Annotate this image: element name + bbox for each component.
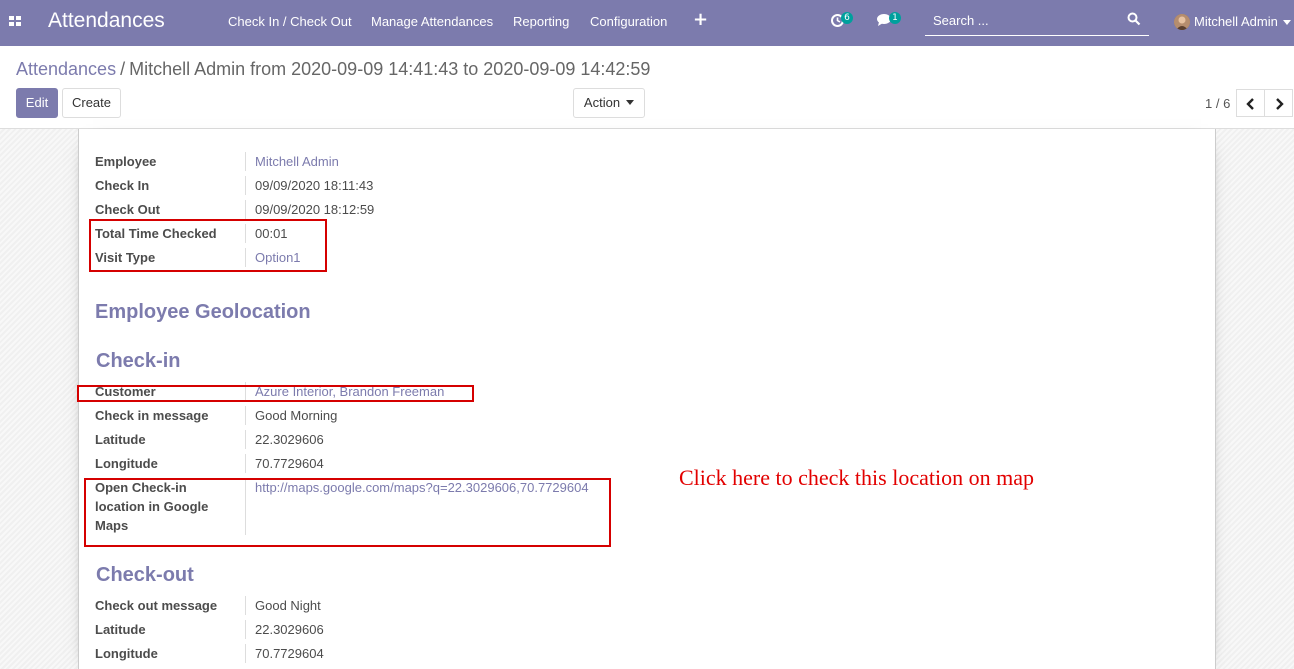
- messages-icon[interactable]: 1: [876, 12, 901, 31]
- field-value: 09/09/2020 18:12:59: [245, 200, 374, 219]
- pager-previous-button[interactable]: [1236, 89, 1265, 117]
- field-label: Employee: [95, 154, 157, 169]
- field-label: Latitude: [95, 432, 146, 447]
- field-value: Good Night: [245, 596, 321, 615]
- field-value: 22.3029606: [245, 430, 324, 449]
- chevron-right-icon: [1276, 98, 1284, 110]
- field-label: Check In: [95, 178, 150, 193]
- field-label: Longitude: [95, 456, 158, 471]
- highlight-box: [89, 219, 327, 272]
- field-label: Longitude: [95, 646, 158, 661]
- message-count-badge: 1: [889, 12, 901, 24]
- apps-menu-icon[interactable]: [9, 16, 23, 28]
- pager-next-button[interactable]: [1264, 89, 1293, 117]
- breadcrumb-parent[interactable]: Attendances: [16, 59, 116, 79]
- form-view-background: Employee Mitchell Admin Check In 09/09/2…: [0, 128, 1294, 669]
- top-navbar: Attendances Check In / Check Out Manage …: [0, 0, 1294, 46]
- section-check-out: Check-out: [96, 564, 194, 586]
- field-value: 70.7729604: [245, 644, 324, 663]
- caret-down-icon: [626, 99, 635, 105]
- field-value: 70.7729604: [245, 454, 324, 473]
- section-check-in: Check-in: [96, 350, 181, 372]
- field-label: Check Out: [95, 202, 161, 217]
- field-label: Latitude: [95, 622, 146, 637]
- section-employee-geolocation: Employee Geolocation: [95, 301, 311, 323]
- edit-button[interactable]: Edit: [16, 88, 58, 118]
- activity-count-badge: 6: [841, 12, 853, 24]
- breadcrumb-separator: /: [120, 59, 126, 79]
- chevron-left-icon: [1246, 98, 1254, 110]
- field-value: 22.3029606: [245, 620, 324, 639]
- action-button[interactable]: Action: [573, 88, 645, 118]
- search-box: [925, 5, 1149, 36]
- annotation-note: Click here to check this location on map: [679, 465, 1034, 490]
- highlight-box: [84, 478, 611, 547]
- menu-configuration[interactable]: Configuration: [590, 14, 667, 29]
- field-value: Good Morning: [245, 406, 337, 425]
- user-name: Mitchell Admin: [1194, 14, 1278, 29]
- highlight-box: [77, 385, 474, 402]
- menu-manage-attendances[interactable]: Manage Attendances: [371, 14, 493, 29]
- breadcrumb: Attendances / Mitchell Admin from 2020-09-…: [16, 59, 650, 80]
- avatar: [1174, 14, 1190, 30]
- create-button[interactable]: Create: [62, 88, 121, 118]
- menu-check-in-check-out[interactable]: Check In / Check Out: [228, 14, 352, 29]
- field-label: Check out message: [95, 598, 218, 613]
- plus-icon[interactable]: +: [693, 9, 708, 30]
- breadcrumb-current: Mitchell Admin from 2020-09-09 14:41:43 …: [129, 59, 651, 79]
- action-button-label: Action: [583, 95, 621, 110]
- employee-link[interactable]: Mitchell Admin: [245, 152, 339, 171]
- menu-reporting[interactable]: Reporting: [513, 14, 569, 29]
- pager-value[interactable]: 1 / 6: [1205, 96, 1230, 111]
- search-icon[interactable]: [1127, 12, 1141, 26]
- search-input[interactable]: [925, 9, 1115, 31]
- field-label: Check in message: [95, 408, 209, 423]
- app-title[interactable]: Attendances: [48, 9, 165, 33]
- form-sheet: Employee Mitchell Admin Check In 09/09/2…: [77, 129, 1216, 669]
- field-value: 09/09/2020 18:11:43: [245, 176, 373, 195]
- activity-icon[interactable]: 6: [830, 12, 853, 31]
- chevron-down-icon: [1283, 20, 1291, 25]
